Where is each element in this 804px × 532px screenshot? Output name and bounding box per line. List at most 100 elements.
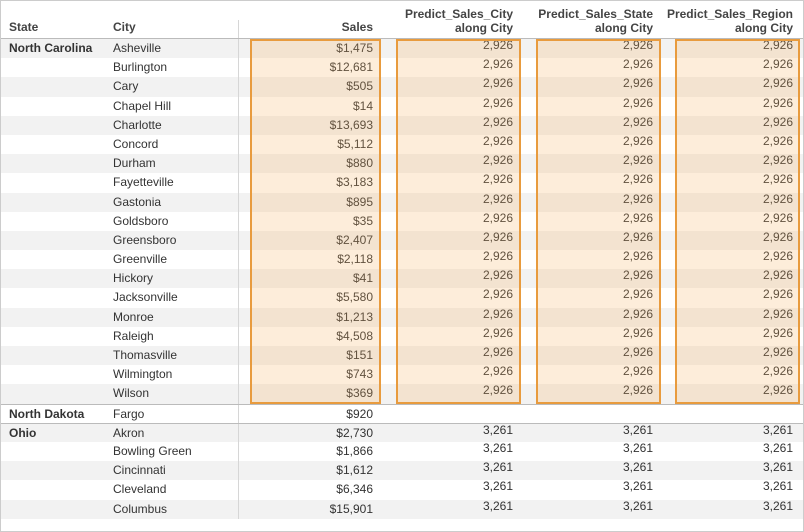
state-cell: North Dakota bbox=[1, 405, 109, 423]
predict-city-cell: 3,261 bbox=[383, 500, 523, 519]
table-row[interactable]: Gastonia$8952,9262,9262,926 bbox=[1, 193, 803, 212]
table-row[interactable]: Burlington$12,6812,9262,9262,926 bbox=[1, 58, 803, 77]
sales-cell: $743 bbox=[239, 365, 383, 384]
predict-state-cell: 2,926 bbox=[523, 116, 663, 135]
table-row[interactable]: Durham$8802,9262,9262,926 bbox=[1, 154, 803, 173]
predict-region-cell: 2,926 bbox=[663, 116, 803, 135]
sales-cell: $1,213 bbox=[239, 308, 383, 327]
table-row[interactable]: Goldsboro$352,9262,9262,926 bbox=[1, 212, 803, 231]
predict-region-cell: 2,926 bbox=[663, 135, 803, 154]
sales-cell: $14 bbox=[239, 97, 383, 116]
predict-region-cell: 2,926 bbox=[663, 39, 803, 58]
city-cell: Burlington bbox=[109, 58, 239, 77]
predict-city-cell: 2,926 bbox=[383, 154, 523, 173]
predict-city-cell: 2,926 bbox=[383, 212, 523, 231]
state-cell bbox=[1, 461, 109, 480]
header-state[interactable]: State bbox=[1, 20, 109, 38]
state-cell bbox=[1, 500, 109, 519]
sales-cell: $151 bbox=[239, 346, 383, 365]
predict-city-cell: 2,926 bbox=[383, 384, 523, 403]
sales-cell: $5,580 bbox=[239, 288, 383, 307]
state-cell bbox=[1, 193, 109, 212]
predict-state-cell: 2,926 bbox=[523, 308, 663, 327]
sales-cell: $1,612 bbox=[239, 461, 383, 480]
predict-region-cell: 2,926 bbox=[663, 250, 803, 269]
state-cell bbox=[1, 173, 109, 192]
city-cell: Gastonia bbox=[109, 193, 239, 212]
sales-cell: $4,508 bbox=[239, 327, 383, 346]
table-row[interactable]: Cary$5052,9262,9262,926 bbox=[1, 77, 803, 96]
predict-region-cell: 2,926 bbox=[663, 193, 803, 212]
table-row[interactable]: Raleigh$4,5082,9262,9262,926 bbox=[1, 327, 803, 346]
predict-city-cell: 2,926 bbox=[383, 39, 523, 58]
predict-region-cell: 2,926 bbox=[663, 346, 803, 365]
table-row[interactable]: Concord$5,1122,9262,9262,926 bbox=[1, 135, 803, 154]
predict-state-cell: 2,926 bbox=[523, 346, 663, 365]
city-cell: Bowling Green bbox=[109, 442, 239, 461]
predict-state-cell: 3,261 bbox=[523, 461, 663, 480]
table-row[interactable]: North CarolinaAsheville$1,4752,9262,9262… bbox=[1, 39, 803, 58]
predict-state-cell: 3,261 bbox=[523, 442, 663, 461]
sales-cell: $15,901 bbox=[239, 500, 383, 519]
predict-state-cell: 2,926 bbox=[523, 39, 663, 58]
table-row[interactable]: Cincinnati$1,6123,2613,2613,261 bbox=[1, 461, 803, 480]
city-cell: Wilson bbox=[109, 384, 239, 403]
header-city[interactable]: City bbox=[109, 20, 239, 38]
city-cell: Chapel Hill bbox=[109, 97, 239, 116]
predict-region-cell: 2,926 bbox=[663, 365, 803, 384]
predict-state-cell: 2,926 bbox=[523, 250, 663, 269]
predict-region-cell: 2,926 bbox=[663, 327, 803, 346]
city-cell: Concord bbox=[109, 135, 239, 154]
predict-state-cell: 2,926 bbox=[523, 58, 663, 77]
header-predict-region-line1: Predict_Sales_Region bbox=[663, 8, 793, 22]
predict-city-cell: 3,261 bbox=[383, 480, 523, 499]
table-row[interactable]: Greensboro$2,4072,9262,9262,926 bbox=[1, 231, 803, 250]
table-row[interactable]: Monroe$1,2132,9262,9262,926 bbox=[1, 308, 803, 327]
table-row[interactable]: Wilson$3692,9262,9262,926 bbox=[1, 384, 803, 403]
header-predict-state[interactable]: Predict_Sales_State along City bbox=[523, 8, 663, 38]
predict-state-cell: 3,261 bbox=[523, 480, 663, 499]
sales-cell: $895 bbox=[239, 193, 383, 212]
state-cell bbox=[1, 442, 109, 461]
table-row[interactable]: Jacksonville$5,5802,9262,9262,926 bbox=[1, 288, 803, 307]
table-row[interactable]: Bowling Green$1,8663,2613,2613,261 bbox=[1, 442, 803, 461]
header-sales[interactable]: Sales bbox=[239, 20, 383, 38]
table-row[interactable]: North DakotaFargo$920 bbox=[1, 404, 803, 423]
predict-region-cell: 2,926 bbox=[663, 308, 803, 327]
table-row[interactable]: Columbus$15,9013,2613,2613,261 bbox=[1, 500, 803, 519]
predict-city-cell: 3,261 bbox=[383, 461, 523, 480]
header-predict-region[interactable]: Predict_Sales_Region along City bbox=[663, 8, 803, 38]
predict-city-cell: 3,261 bbox=[383, 424, 523, 442]
state-cell bbox=[1, 250, 109, 269]
predict-city-cell: 2,926 bbox=[383, 231, 523, 250]
table-row[interactable]: OhioAkron$2,7303,2613,2613,261 bbox=[1, 423, 803, 442]
column-headers: State City Sales Predict_Sales_City alon… bbox=[1, 1, 803, 39]
predict-region-cell: 2,926 bbox=[663, 231, 803, 250]
sales-cell: $2,407 bbox=[239, 231, 383, 250]
state-cell bbox=[1, 58, 109, 77]
predict-state-cell: 3,261 bbox=[523, 424, 663, 442]
table-row[interactable]: Wilmington$7432,9262,9262,926 bbox=[1, 365, 803, 384]
header-predict-city[interactable]: Predict_Sales_City along City bbox=[383, 8, 523, 38]
table-row[interactable]: Greenville$2,1182,9262,9262,926 bbox=[1, 250, 803, 269]
table-row[interactable]: Fayetteville$3,1832,9262,9262,926 bbox=[1, 173, 803, 192]
predict-city-cell: 2,926 bbox=[383, 365, 523, 384]
sales-cell: $5,112 bbox=[239, 135, 383, 154]
table-row[interactable]: Charlotte$13,6932,9262,9262,926 bbox=[1, 116, 803, 135]
predict-state-cell: 2,926 bbox=[523, 97, 663, 116]
table-row[interactable]: Hickory$412,9262,9262,926 bbox=[1, 269, 803, 288]
city-cell: Hickory bbox=[109, 269, 239, 288]
predict-state-cell bbox=[523, 405, 663, 423]
state-cell: Ohio bbox=[1, 424, 109, 442]
predict-city-cell: 2,926 bbox=[383, 308, 523, 327]
state-cell bbox=[1, 77, 109, 96]
predict-state-cell: 2,926 bbox=[523, 135, 663, 154]
state-cell bbox=[1, 116, 109, 135]
predict-city-cell: 2,926 bbox=[383, 173, 523, 192]
table-row[interactable]: Thomasville$1512,9262,9262,926 bbox=[1, 346, 803, 365]
table-row[interactable]: Cleveland$6,3463,2613,2613,261 bbox=[1, 480, 803, 499]
state-cell bbox=[1, 365, 109, 384]
table-row[interactable]: Chapel Hill$142,9262,9262,926 bbox=[1, 97, 803, 116]
city-cell: Cleveland bbox=[109, 480, 239, 499]
city-cell: Goldsboro bbox=[109, 212, 239, 231]
